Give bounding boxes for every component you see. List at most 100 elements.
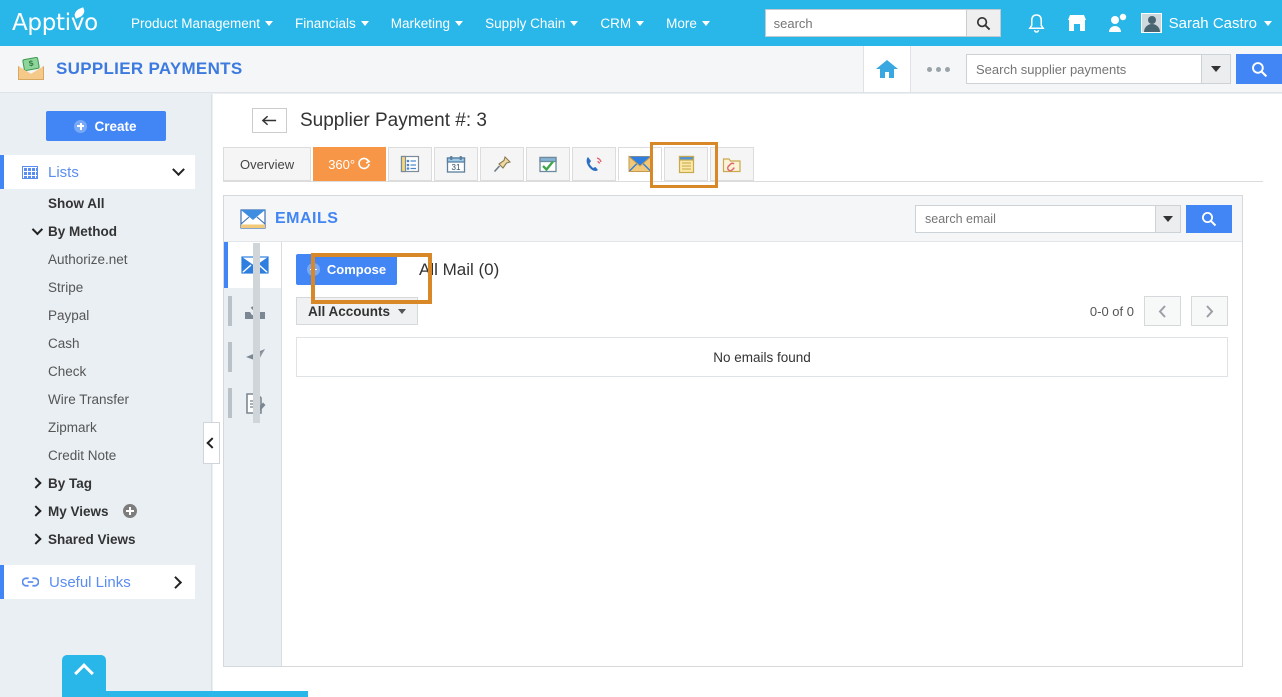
compose-button[interactable]: Compose	[296, 254, 397, 285]
tab-notes[interactable]	[664, 147, 709, 181]
nav-supply-chain[interactable]: Supply Chain	[474, 10, 589, 37]
sidebar-item-label: My Views	[48, 503, 109, 519]
tab-360[interactable]: 360°	[313, 147, 387, 181]
sidebar-item-authorize-net[interactable]: Authorize.net	[0, 245, 211, 273]
chevron-left-icon	[1158, 304, 1166, 318]
tab-pin[interactable]	[480, 147, 525, 181]
prev-page-button[interactable]	[1144, 296, 1181, 326]
sidebar-item-wire-transfer[interactable]: Wire Transfer	[0, 385, 211, 413]
sidebar-collapse-handle[interactable]	[203, 422, 220, 464]
sidebar-item-paypal[interactable]: Paypal	[0, 301, 211, 329]
app-search-dropdown[interactable]	[1201, 54, 1231, 84]
emails-panel: EMAILS search email Compose All Mail (0)…	[223, 195, 1243, 667]
record-tab-bar: Overview 360° 31	[223, 142, 1263, 188]
global-search-input[interactable]	[765, 10, 966, 36]
chevron-down-icon	[172, 162, 185, 176]
app-search-button[interactable]	[1236, 54, 1282, 84]
notifications-button[interactable]	[1017, 3, 1057, 43]
sidebar-item-check[interactable]: Check	[0, 357, 211, 385]
sidebar-item-label: By Method	[48, 223, 117, 239]
accounts-filter-dropdown[interactable]: All Accounts	[296, 297, 419, 325]
chevron-down-icon	[455, 20, 464, 26]
tab-emails[interactable]	[618, 147, 663, 181]
sidebar-item-by-method[interactable]: By Method	[0, 217, 211, 245]
user-menu[interactable]: Sarah Castro	[1140, 13, 1272, 33]
sidebar-item-label: Paypal	[48, 307, 90, 323]
email-search-dropdown[interactable]	[1155, 204, 1181, 233]
nav-label: More	[666, 15, 697, 31]
avatar	[1140, 13, 1162, 33]
main-content: Supplier Payment #: 3 Overview 360° 31 E…	[213, 94, 1282, 697]
nav-more[interactable]: More	[655, 10, 721, 37]
tab-overview[interactable]: Overview	[223, 147, 312, 181]
sidebar-item-by-tag[interactable]: By Tag	[0, 469, 211, 497]
tab-calls[interactable]	[572, 147, 617, 181]
back-button[interactable]	[252, 108, 287, 133]
tab-calendar[interactable]: 31	[434, 147, 479, 181]
global-top-navbar: Apptivo Product Management Financials Ma…	[0, 0, 1282, 46]
nav-label: Marketing	[390, 15, 451, 31]
sidebar-item-credit-note[interactable]: Credit Note	[0, 441, 211, 469]
record-header: Supplier Payment #: 3	[252, 108, 1282, 133]
tab-tasks[interactable]	[526, 147, 571, 181]
sidebar-section-useful-links[interactable]: Useful Links	[0, 565, 195, 599]
svg-text:31: 31	[452, 163, 461, 172]
add-user-button[interactable]	[1097, 3, 1137, 43]
empty-state-message: No emails found	[296, 337, 1228, 377]
emails-panel-body: Compose All Mail (0) All Accounts 0-0 of…	[224, 242, 1242, 666]
sidebar-item-label: Wire Transfer	[48, 391, 130, 407]
envelope-icon	[240, 208, 266, 229]
marketplace-button[interactable]	[1057, 3, 1097, 43]
global-search	[764, 9, 1001, 37]
nav-crm[interactable]: CRM	[589, 10, 655, 37]
home-icon	[876, 60, 898, 78]
sidebar-item-label: Check	[48, 363, 87, 379]
email-search	[915, 204, 1232, 233]
nav-marketing[interactable]: Marketing	[380, 10, 474, 37]
tab-details[interactable]	[388, 147, 433, 181]
home-button[interactable]	[863, 46, 911, 92]
chevron-down-icon	[31, 223, 44, 236]
sidebar-scrollbar[interactable]	[253, 243, 260, 423]
sidebar-item-shared-views[interactable]: Shared Views	[0, 525, 211, 553]
accounts-and-pager-row: All Accounts 0-0 of 0	[296, 296, 1228, 326]
app-search-input[interactable]	[966, 54, 1201, 84]
apptivo-logo[interactable]: Apptivo	[12, 7, 98, 36]
next-page-button[interactable]	[1191, 296, 1228, 326]
scroll-to-top-button[interactable]	[62, 655, 106, 695]
grid-icon	[22, 165, 38, 179]
nav-financials[interactable]: Financials	[284, 10, 380, 37]
envelope-icon	[628, 155, 652, 172]
bell-icon	[1028, 13, 1045, 33]
email-search-input[interactable]	[915, 204, 1155, 233]
sidebar-section-lists[interactable]: Lists	[0, 155, 195, 189]
plus-circle-icon	[74, 119, 88, 133]
refresh-icon	[358, 157, 371, 170]
global-search-button[interactable]	[965, 10, 1000, 36]
sidebar-section-label: Useful Links	[49, 573, 131, 591]
page-title: SUPPLIER PAYMENTS	[56, 59, 243, 78]
caret-down-icon	[398, 308, 407, 314]
accounts-filter-label: All Accounts	[308, 303, 391, 319]
sidebar-item-label: Authorize.net	[48, 251, 128, 267]
attachment-folder-icon	[722, 157, 741, 172]
add-view-button[interactable]	[122, 504, 137, 518]
more-options-button[interactable]	[911, 66, 966, 72]
sidebar-item-my-views[interactable]: My Views	[0, 497, 211, 525]
chevron-down-icon	[1163, 215, 1173, 222]
sidebar-item-show-all[interactable]: Show All	[0, 189, 211, 217]
nav-label: CRM	[600, 15, 632, 31]
app-search	[966, 54, 1282, 84]
email-search-button[interactable]	[1186, 204, 1232, 233]
sidebar-section-label: Lists	[48, 163, 79, 181]
create-button[interactable]: Create	[45, 111, 166, 141]
chevron-down-icon	[701, 20, 710, 26]
nav-product-management[interactable]: Product Management	[120, 10, 284, 37]
sidebar-item-cash[interactable]: Cash	[0, 329, 211, 357]
mail-content-area: Compose All Mail (0) All Accounts 0-0 of…	[282, 242, 1242, 666]
chevron-down-icon	[1264, 20, 1272, 26]
app-header-bar: SUPPLIER PAYMENTS	[0, 46, 1282, 93]
tab-documents[interactable]	[710, 147, 755, 181]
sidebar-item-zipmark[interactable]: Zipmark	[0, 413, 211, 441]
sidebar-item-stripe[interactable]: Stripe	[0, 273, 211, 301]
